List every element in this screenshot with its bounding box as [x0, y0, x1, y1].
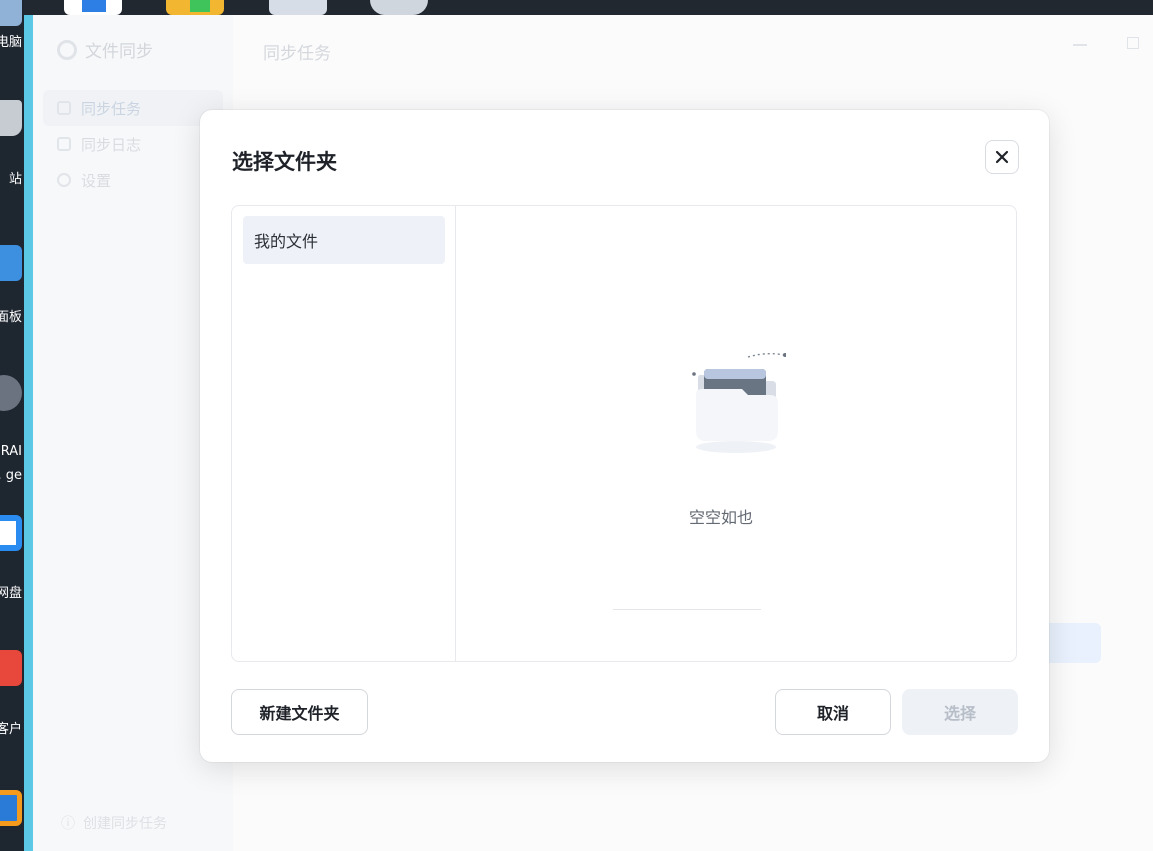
- content-divider: [613, 609, 761, 610]
- desktop-caption: 客户: [0, 722, 22, 737]
- orange-app-icon: [0, 790, 22, 826]
- new-folder-button[interactable]: 新建文件夹: [231, 689, 368, 735]
- client-app-icon: [0, 650, 22, 686]
- tree-item-my-files[interactable]: 我的文件: [243, 216, 445, 264]
- folder-tree-pane: 我的文件: [232, 206, 456, 661]
- control-panel-icon: [0, 245, 22, 281]
- desktop-caption: RAI: [0, 444, 22, 459]
- cancel-button[interactable]: 取消: [775, 689, 891, 735]
- folder-content-pane: 空空如也: [456, 206, 1016, 661]
- circle-app-shortcut-icon[interactable]: [370, 0, 428, 15]
- desktop-caption: 网盘: [0, 586, 22, 601]
- empty-folder-icon: [692, 352, 786, 453]
- desktop-caption: 站: [8, 172, 22, 187]
- desktop-caption: 电脑: [0, 35, 22, 50]
- top-taskbar: [24, 0, 1153, 15]
- blue-app-shortcut-icon[interactable]: [64, 0, 122, 15]
- colorful-app-shortcut-icon[interactable]: [166, 0, 224, 15]
- cloud-drive-icon: [0, 515, 22, 551]
- computer-icon: [0, 0, 22, 26]
- close-icon: [995, 150, 1009, 164]
- recycle-bin-icon: [0, 100, 22, 136]
- desktop-caption: ge .: [0, 468, 22, 483]
- storage-app-icon: [0, 375, 22, 411]
- empty-state-text: 空空如也: [688, 508, 753, 527]
- folder-browser: 我的文件 空空如也: [231, 205, 1017, 662]
- select-folder-dialog: 选择文件夹 我的文件 空空如也 新建文件夹 取消 选择: [200, 110, 1049, 762]
- dialog-title: 选择文件夹: [232, 150, 337, 174]
- window-edge-accent: [24, 0, 33, 851]
- close-button[interactable]: [985, 140, 1019, 174]
- select-button[interactable]: 选择: [902, 689, 1018, 735]
- desktop-strip: 电脑 站 面板 RAI ge . 网盘 客户: [0, 0, 24, 851]
- network-app-shortcut-icon[interactable]: [269, 0, 327, 15]
- desktop-caption: 面板: [0, 310, 22, 325]
